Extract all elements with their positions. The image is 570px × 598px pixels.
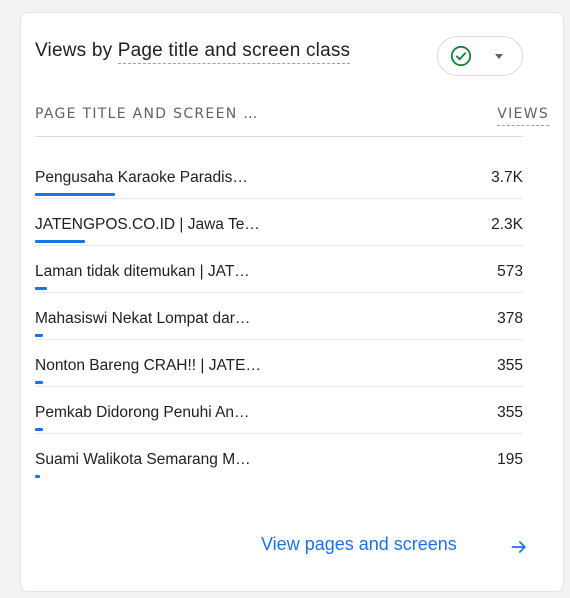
table-row[interactable]: Pemkab Didorong Penuhi An… 355 — [35, 387, 523, 434]
row-views-bar — [35, 193, 115, 196]
arrow-right-icon[interactable] — [509, 537, 529, 557]
row-views-value: 378 — [497, 310, 523, 327]
card-title-dimension[interactable]: Page title and screen class — [117, 40, 351, 64]
row-views-value: 355 — [497, 404, 523, 421]
row-page-title[interactable]: Nonton Bareng CRAH!! | JATE… — [35, 357, 261, 375]
caret-down-icon — [495, 54, 503, 59]
row-views-value: 2.3K — [491, 216, 523, 233]
row-views-bar — [35, 334, 44, 337]
table-row[interactable]: Nonton Bareng CRAH!! | JATE… 355 — [35, 340, 523, 387]
row-page-title[interactable]: Pemkab Didorong Penuhi An… — [35, 404, 250, 422]
row-page-title[interactable]: Suami Walikota Semarang M… — [35, 451, 251, 469]
view-pages-and-screens-link[interactable]: View pages and screens — [261, 534, 457, 555]
column-header-views[interactable]: VIEWS — [497, 106, 549, 126]
table-row[interactable]: JATENGPOS.CO.ID | Jawa Te… 2.3K — [35, 199, 523, 246]
table-row[interactable]: Suami Walikota Semarang M… 195 — [35, 434, 523, 481]
card-title: Views by Page title and screen class — [35, 40, 351, 64]
row-views-bar — [35, 240, 85, 243]
row-page-title[interactable]: Pengusaha Karaoke Paradis… — [35, 169, 248, 187]
check-circle-icon — [450, 45, 472, 67]
row-views-value: 355 — [497, 357, 523, 374]
row-views-bar — [35, 287, 48, 290]
table-row[interactable]: Pengusaha Karaoke Paradis… 3.7K — [35, 152, 523, 199]
row-views-value: 195 — [497, 451, 523, 468]
row-views-bar — [35, 381, 43, 384]
column-header-page-title[interactable]: PAGE TITLE AND SCREEN … — [35, 106, 259, 122]
row-views-bar — [35, 428, 43, 431]
row-page-title[interactable]: JATENGPOS.CO.ID | Jawa Te… — [35, 216, 260, 234]
row-views-value: 573 — [497, 263, 523, 280]
header-divider — [35, 136, 523, 137]
table-row[interactable]: Laman tidak ditemukan | JAT… 573 — [35, 246, 523, 293]
row-page-title[interactable]: Laman tidak ditemukan | JAT… — [35, 263, 250, 281]
compare-dropdown-button[interactable] — [437, 36, 523, 76]
card-title-prefix: Views by — [35, 40, 118, 61]
row-views-bar — [35, 475, 40, 478]
table-row[interactable]: Mahasiswi Nekat Lompat dar… 378 — [35, 293, 523, 340]
row-views-value: 3.7K — [491, 169, 523, 186]
row-page-title[interactable]: Mahasiswi Nekat Lompat dar… — [35, 310, 250, 328]
